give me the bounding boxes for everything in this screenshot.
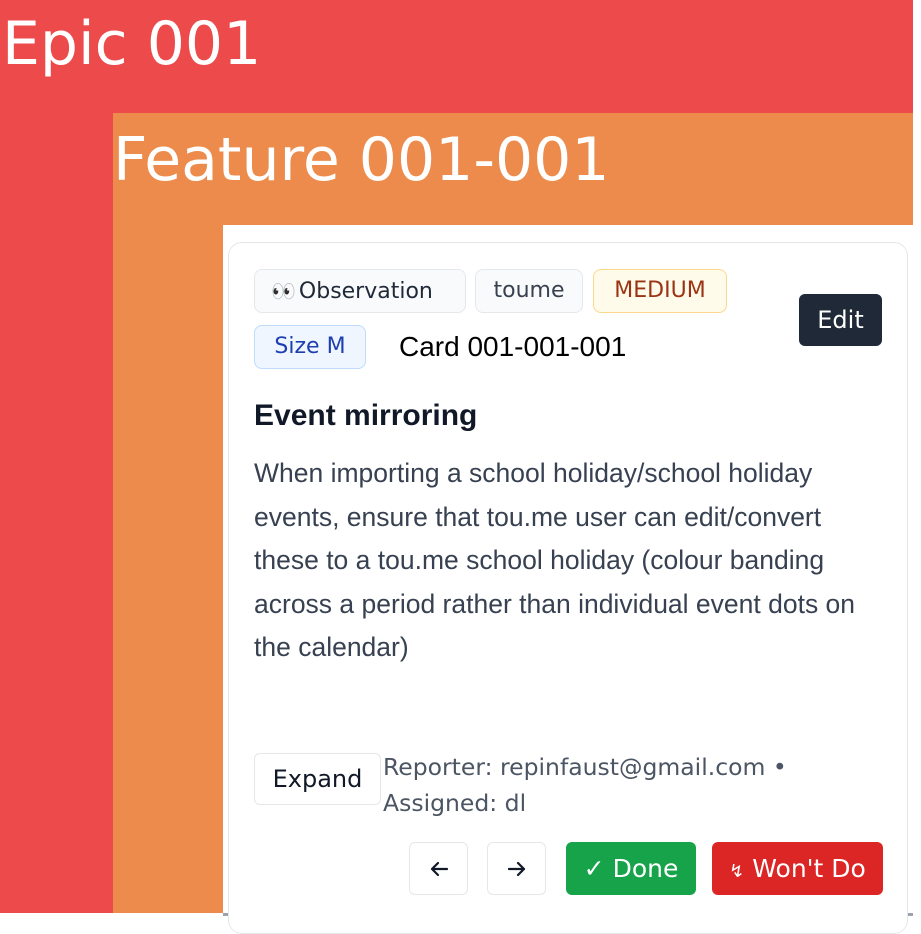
lightning-icon: ↯ — [729, 861, 745, 882]
done-button[interactable]: ✓ Done — [566, 842, 696, 895]
card: 👀 Observation toume MEDIUM Size M Card 00… — [228, 242, 908, 934]
card-description: When importing a school holiday/school h… — [254, 458, 856, 662]
card-container: 👀 Observation toume MEDIUM Size M Card 00… — [223, 225, 913, 934]
type-tag: 👀 Observation — [254, 269, 466, 313]
priority-tag: MEDIUM — [593, 269, 727, 313]
wont-do-button-label: Won't Do — [752, 854, 866, 883]
arrow-right-icon — [507, 861, 526, 877]
edit-button[interactable]: Edit — [799, 294, 882, 346]
wont-do-button[interactable]: ↯ Won't Do — [712, 842, 883, 895]
epic-container: Epic 001 Feature 001-001 👀 Observation to… — [0, 0, 913, 934]
eyes-icon: 👀 — [271, 279, 296, 303]
card-title: Event mirroring — [254, 399, 478, 432]
feature-title: Feature 001-001 — [113, 125, 610, 195]
reporter-text: Reporter: repinfaust@gmail.com • — [383, 753, 787, 781]
card-meta: Reporter: repinfaust@gmail.com • Assigne… — [383, 749, 853, 821]
type-tag-label: Observation — [298, 279, 433, 304]
move-next-button[interactable] — [487, 842, 546, 895]
project-tag: toume — [475, 269, 583, 313]
arrow-left-icon — [430, 861, 449, 877]
size-tag: Size M — [254, 325, 366, 369]
assigned-text: Assigned: dl — [383, 789, 527, 817]
expand-button[interactable]: Expand — [254, 753, 381, 805]
card-id: Card 001-001-001 — [399, 331, 627, 362]
epic-title: Epic 001 — [2, 9, 262, 79]
move-prev-button[interactable] — [409, 842, 468, 895]
check-icon: ✓ — [583, 854, 605, 883]
done-button-label: Done — [612, 854, 679, 883]
